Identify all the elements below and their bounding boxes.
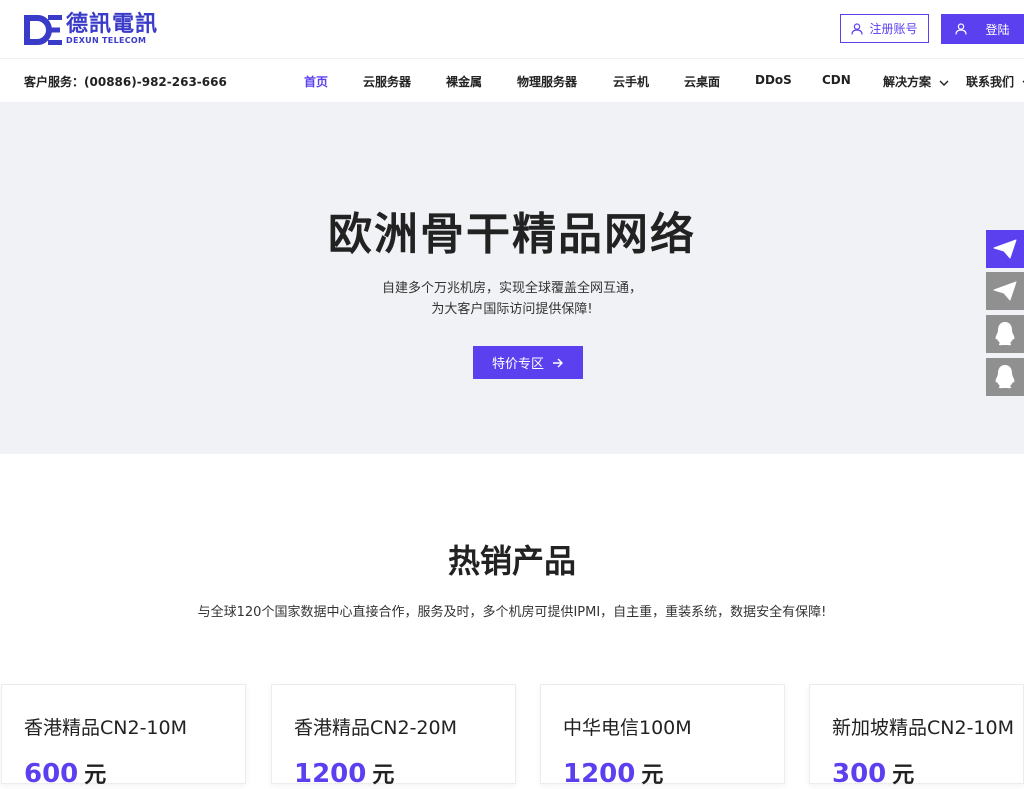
arrow-right-icon	[553, 358, 563, 367]
service-phone[interactable]: (00886)-982-263-666	[84, 75, 227, 89]
paper-plane-icon	[993, 239, 1017, 259]
site-header: 德訊電訊 DEXUN TELECOM 注册账号 登陆 客户服务：(00886)-…	[0, 0, 1024, 102]
side-qq-button[interactable]	[986, 315, 1024, 353]
paper-plane-icon	[993, 281, 1017, 301]
register-button[interactable]: 注册账号	[840, 14, 929, 43]
chevron-down-icon	[939, 80, 949, 86]
product-price: 600 元	[24, 757, 106, 789]
side-telegram-button[interactable]	[986, 230, 1024, 268]
dexun-logo-icon	[24, 15, 62, 45]
price-value: 1200	[294, 759, 367, 789]
price-value: 600	[24, 759, 79, 789]
product-card[interactable]: 中华电信100M 1200 元	[540, 684, 785, 789]
nav-item-solutions-label: 解决方案	[883, 75, 932, 89]
hero-subtitle-line: 为大客户国际访问提供保障!	[431, 302, 593, 317]
nav-item-home[interactable]: 首页	[304, 73, 328, 90]
product-name: 香港精品CN2-20M	[294, 717, 457, 739]
qq-penguin-icon	[995, 365, 1015, 389]
nav-item-solutions[interactable]: 解决方案	[883, 73, 949, 90]
customer-service: 客户服务：(00886)-982-263-666	[24, 73, 227, 90]
header-divider	[0, 58, 1024, 59]
brand-name-cn: 德訊電訊	[66, 12, 159, 37]
login-button[interactable]: 登陆	[941, 14, 1024, 44]
nav-item-cdn[interactable]: CDN	[822, 73, 851, 87]
price-value: 1200	[563, 759, 636, 789]
price-unit: 元	[84, 763, 107, 788]
product-price: 1200 元	[563, 757, 663, 789]
nav-item-bare-metal[interactable]: 裸金属	[446, 73, 482, 90]
user-icon	[955, 23, 968, 35]
login-label: 登陆	[985, 22, 1010, 37]
product-price: 300 元	[832, 757, 914, 789]
special-offers-button[interactable]: 特价专区	[473, 346, 583, 379]
price-unit: 元	[372, 763, 395, 788]
service-label: 客户服务：	[24, 75, 85, 89]
brand-name-en: DEXUN TELECOM	[66, 36, 147, 45]
product-card[interactable]: 香港精品CN2-10M 600 元	[1, 684, 246, 789]
product-name: 香港精品CN2-10M	[24, 717, 187, 739]
price-value: 300	[832, 759, 887, 789]
hero-banner: 欧洲骨干精品网络 自建多个万兆机房，实现全球覆盖全网互通， 为大客户国际访问提供…	[0, 102, 1024, 454]
nav-item-contact[interactable]: 联系我们	[966, 73, 1024, 90]
price-unit: 元	[641, 763, 664, 788]
nav-item-cloud-desktop[interactable]: 云桌面	[684, 73, 720, 90]
products-subtitle: 与全球120个国家数据中心直接合作，服务及时，多个机房可提供IPMI，自主重，重…	[197, 605, 827, 620]
price-unit: 元	[892, 763, 915, 788]
special-offers-label: 特价专区	[491, 357, 544, 372]
product-price: 1200 元	[294, 757, 394, 789]
qq-penguin-icon	[995, 322, 1015, 346]
side-qq-button[interactable]	[986, 358, 1024, 396]
product-name: 新加坡精品CN2-10M	[832, 717, 1014, 739]
register-label: 注册账号	[869, 22, 918, 36]
user-icon	[851, 22, 864, 35]
product-name: 中华电信100M	[563, 717, 692, 739]
nav-item-cloud-server[interactable]: 云服务器	[363, 73, 411, 90]
side-telegram-button[interactable]	[986, 272, 1024, 310]
hero-subtitle: 自建多个万兆机房，实现全球覆盖全网互通， 为大客户国际访问提供保障!	[0, 278, 1024, 320]
product-card[interactable]: 香港精品CN2-20M 1200 元	[271, 684, 516, 789]
nav-item-physical-server[interactable]: 物理服务器	[517, 73, 577, 90]
hero-title: 欧洲骨干精品网络	[328, 209, 696, 260]
product-card[interactable]: 新加坡精品CN2-10M 300 元	[809, 684, 1024, 789]
nav-item-ddos[interactable]: DDoS	[755, 73, 792, 87]
nav-item-cloud-phone[interactable]: 云手机	[613, 73, 649, 90]
nav-item-contact-label: 联系我们	[966, 75, 1015, 89]
hero-subtitle-line: 自建多个万兆机房，实现全球覆盖全网互通，	[381, 281, 642, 296]
products-title: 热销产品	[447, 542, 576, 580]
brand-logo[interactable]: 德訊電訊 DEXUN TELECOM	[24, 14, 158, 46]
